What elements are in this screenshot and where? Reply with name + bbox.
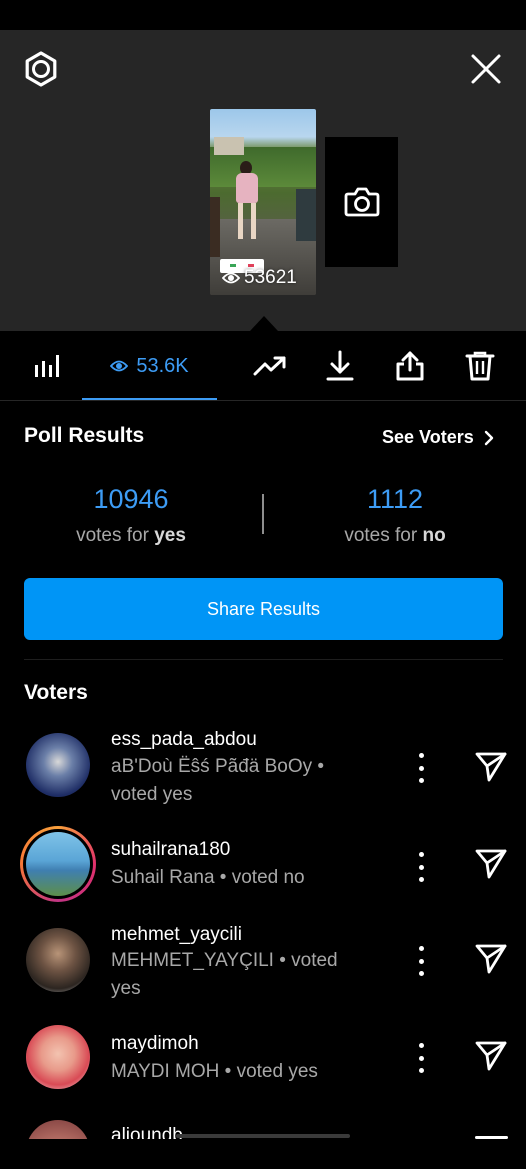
eye-icon	[110, 360, 129, 372]
story-thumbnail[interactable]: 53621	[210, 109, 316, 295]
send-icon[interactable]	[474, 1039, 508, 1073]
voter-username[interactable]: maydimoh	[111, 1033, 199, 1055]
share-results-button[interactable]: Share Results	[24, 578, 503, 640]
poll-divider	[262, 494, 264, 534]
status-bar	[0, 0, 526, 30]
delete-button[interactable]	[455, 331, 505, 401]
thumbnail-bin	[296, 189, 316, 241]
voter-row[interactable]: maydimoh MAYDI MOH • voted yes	[0, 1023, 526, 1113]
promote-button[interactable]	[245, 331, 295, 401]
poll-results-heading: Poll Results	[24, 424, 145, 447]
voter-row[interactable]: suhailrana180 Suhail Rana • voted no	[0, 825, 526, 915]
thumbnail-bench	[210, 197, 220, 257]
voter-username[interactable]: ess_pada_abdou	[111, 729, 257, 751]
voter-info: aB'Doù Ëŝś Pãđä BoOy • voted yes	[111, 756, 325, 805]
thumbnail-view-count: 53621	[222, 267, 297, 289]
send-icon[interactable]	[474, 847, 508, 881]
close-icon[interactable]	[467, 50, 505, 88]
voter-username[interactable]: mehmet_yaycili	[111, 924, 242, 946]
voter-username[interactable]: suhailrana180	[111, 839, 230, 861]
trash-icon	[465, 351, 495, 381]
story-view-count: 53621	[244, 267, 297, 288]
voter-info: MEHMET_YAYÇILI • voted yes	[111, 950, 338, 999]
active-tab-indicator	[82, 398, 217, 400]
no-vote-prefix: votes for	[344, 525, 418, 546]
viewers-count-label: 53.6K	[136, 354, 189, 377]
yes-option-word: yes	[154, 525, 186, 546]
no-option-word: no	[422, 525, 446, 546]
yes-vote-count: 10946	[93, 484, 169, 514]
tab-viewers[interactable]: 53.6K	[82, 331, 217, 401]
voter-row[interactable]: ess_pada_abdou aB'Doù Ëŝś Pãđä BoOy • vo…	[0, 720, 526, 810]
more-options-icon[interactable]	[410, 946, 432, 976]
see-voters-label: See Voters	[382, 427, 474, 447]
gear-icon[interactable]	[22, 50, 60, 88]
bar-chart-icon	[35, 355, 59, 377]
eye-icon	[222, 272, 240, 284]
avatar[interactable]	[26, 733, 90, 797]
more-options-icon[interactable]	[410, 852, 432, 882]
avatar[interactable]	[26, 832, 90, 896]
share-icon	[396, 351, 424, 381]
more-options-icon[interactable]	[410, 753, 432, 783]
download-icon	[326, 350, 354, 381]
yes-vote-prefix: votes for	[76, 525, 149, 546]
thumbnail-person-body	[236, 173, 258, 203]
voter-row[interactable]: mehmet_yaycili MEHMET_YAYÇILI • voted ye…	[0, 920, 526, 1010]
send-icon[interactable]	[474, 942, 508, 976]
see-voters-link[interactable]: See Voters	[382, 427, 494, 448]
tab-insights[interactable]	[20, 331, 74, 401]
download-button[interactable]	[315, 331, 365, 401]
voters-heading: Voters	[24, 681, 88, 704]
yes-vote-label: votes for yes	[31, 525, 231, 547]
chevron-right-icon	[484, 430, 493, 445]
avatar[interactable]	[26, 1025, 90, 1089]
avatar[interactable]	[26, 928, 90, 992]
bottom-bar	[0, 1139, 526, 1169]
share-button[interactable]	[385, 331, 435, 401]
voter-info: Suhail Rana • voted no	[111, 867, 305, 888]
selected-story-pointer	[250, 316, 278, 331]
no-vote-count: 1112	[366, 484, 424, 514]
section-divider	[24, 659, 503, 660]
more-options-icon[interactable]	[410, 1043, 432, 1073]
thumbnail-person-legs	[238, 203, 256, 239]
home-indicator	[176, 1134, 350, 1138]
send-icon[interactable]	[474, 750, 508, 784]
trending-icon	[253, 356, 286, 376]
insights-toolbar: 53.6K	[0, 331, 526, 401]
camera-icon	[344, 187, 379, 217]
add-story-tile[interactable]	[325, 137, 398, 267]
no-vote-label: votes for no	[295, 525, 495, 547]
voter-info: MAYDI MOH • voted yes	[111, 1061, 318, 1082]
thumbnail-building	[214, 137, 244, 155]
